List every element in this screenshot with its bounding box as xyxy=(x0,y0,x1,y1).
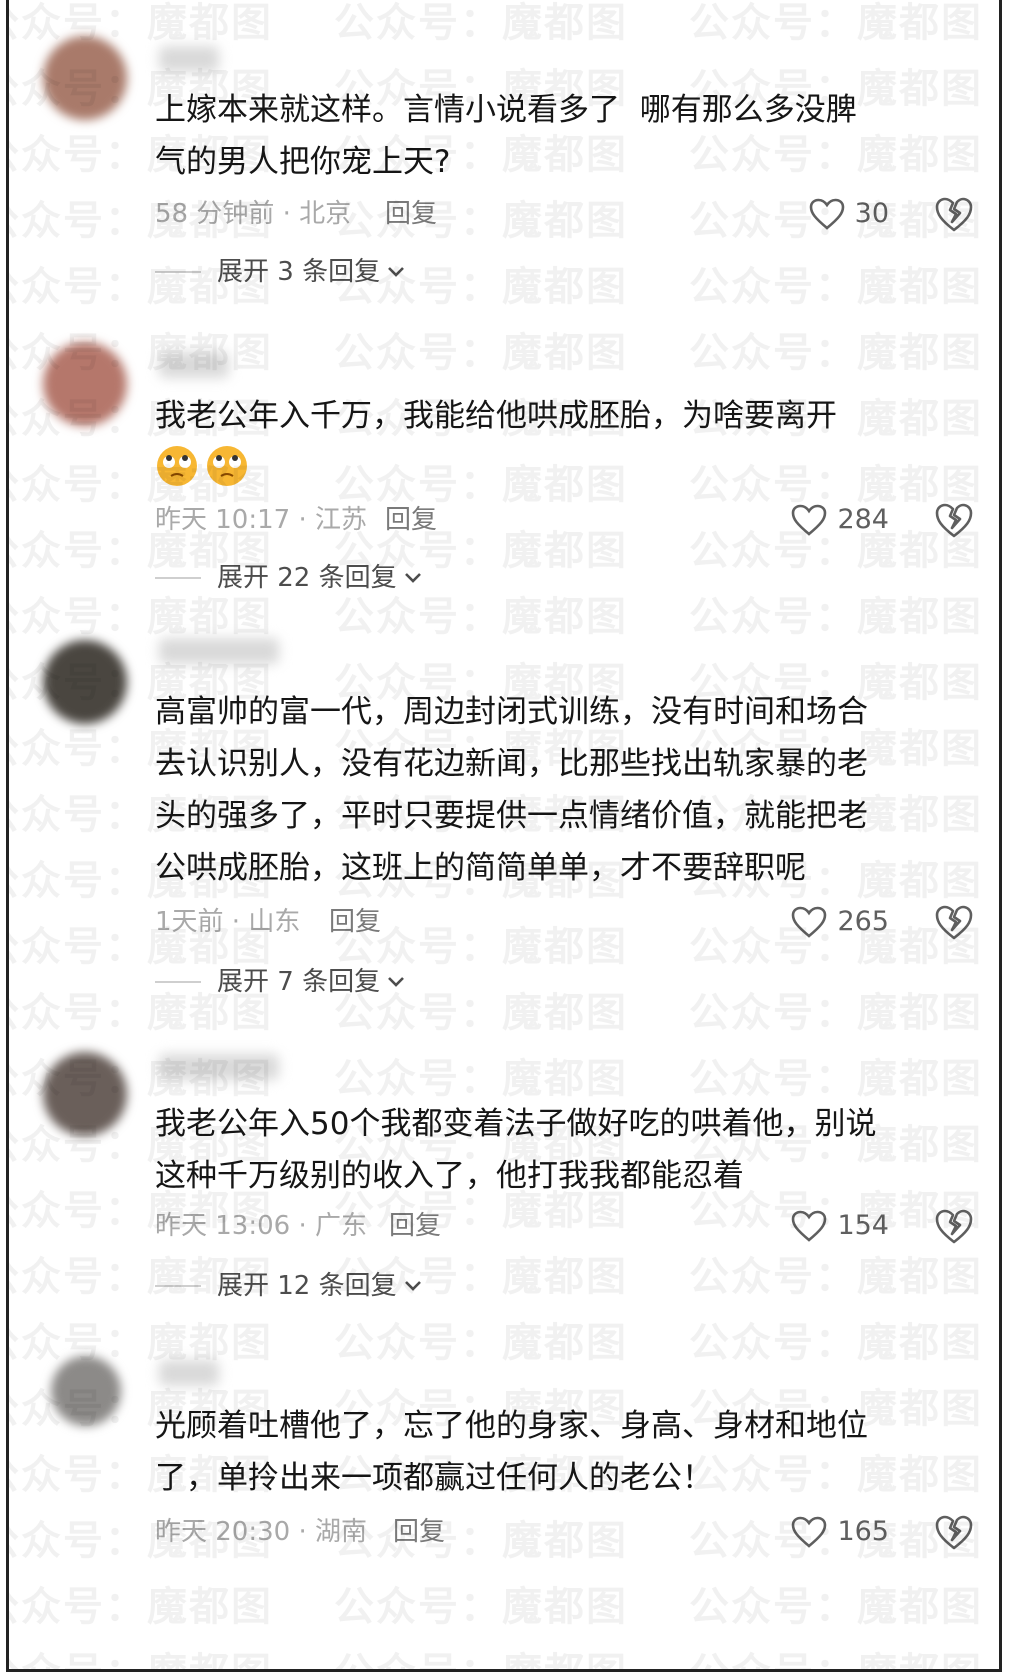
reply-button[interactable]: 回复 xyxy=(393,1512,445,1552)
watermark-text: 公众号：魔都图 xyxy=(334,1320,628,1366)
username-blurred[interactable] xyxy=(159,1054,279,1080)
expand-label: 展开 12 条回复 xyxy=(217,1271,397,1301)
expand-replies-button[interactable]: 展开 12 条回复 xyxy=(155,1266,423,1306)
comment-text: 光顾着吐槽他了，忘了他的身家、身高、身材和地位 了，单拎出来一项都赢过任何人的老… xyxy=(155,1408,868,1496)
username-blurred[interactable] xyxy=(159,352,229,378)
expand-replies-button[interactable]: 展开 3 条回复 xyxy=(155,252,406,292)
like-count: 154 xyxy=(837,1210,889,1241)
like-button[interactable]: 165 xyxy=(791,1512,889,1552)
chevron-down-icon xyxy=(388,267,404,277)
username-blurred[interactable] xyxy=(159,1360,219,1386)
watermark-text: 公众号：魔都图 xyxy=(6,1320,273,1366)
comment-text: 我老公年入50个我都变着法子做好吃的哄着他，别说 这种千万级别的收入了，他打我我… xyxy=(155,1106,877,1194)
eye-roll-emoji-icon xyxy=(207,446,247,486)
like-count: 265 xyxy=(837,906,889,937)
divider-line xyxy=(155,981,201,983)
watermark-text: 公众号：魔都图 xyxy=(689,1640,983,1669)
watermark-text: 公众号：魔都图 xyxy=(6,1584,273,1630)
chevron-down-icon xyxy=(404,1281,421,1291)
avatar[interactable] xyxy=(43,36,127,120)
emoji-row xyxy=(155,444,249,488)
expand-label: 展开 22 条回复 xyxy=(217,563,397,593)
divider-line xyxy=(155,271,201,273)
watermark-text: 公众号：魔都图 xyxy=(334,330,628,376)
watermark-text: 公众号：魔都图 xyxy=(9,1640,273,1669)
broken-heart-icon[interactable] xyxy=(934,1206,974,1246)
watermark-text: 公众号：魔都图 xyxy=(334,1640,628,1669)
comment-text: 高富帅的富一代，周边封闭式训练，没有时间和场合 去认识别人，没有花边新闻，比那些… xyxy=(155,694,868,886)
broken-heart-icon[interactable] xyxy=(934,500,974,540)
watermark-text: 公众号：魔都图 xyxy=(689,1056,983,1102)
chevron-down-icon xyxy=(404,573,421,583)
heart-icon xyxy=(792,504,827,536)
watermark-text: 公众号：魔都图 xyxy=(689,1584,983,1630)
like-count: 30 xyxy=(854,198,889,229)
avatar[interactable] xyxy=(51,1356,121,1426)
comment-meta: 58 分钟前 · 北京 xyxy=(155,199,352,229)
reply-button[interactable]: 回复 xyxy=(329,902,381,942)
watermark-text: 公众号：魔都图 xyxy=(6,0,273,46)
watermark-text: 公众号：魔都图 xyxy=(689,330,983,376)
watermark-text: 公众号：魔都图 xyxy=(334,1584,628,1630)
broken-heart-icon[interactable] xyxy=(934,1512,974,1552)
watermark-text: 公众号：魔都图 xyxy=(689,0,983,46)
broken-heart-icon[interactable] xyxy=(934,194,974,234)
reply-button[interactable]: 回复 xyxy=(385,194,437,234)
watermark-text: 公众号：魔都图 xyxy=(689,594,983,640)
like-count: 284 xyxy=(837,504,889,535)
username-blurred[interactable] xyxy=(159,46,219,72)
heart-icon xyxy=(809,198,844,230)
expand-replies-button[interactable]: 展开 7 条回复 xyxy=(155,962,406,1002)
watermark-text: 公众号：魔都图 xyxy=(334,198,628,244)
username-blurred[interactable] xyxy=(159,638,279,664)
expand-label: 展开 7 条回复 xyxy=(217,967,381,997)
comment-list: 上嫁本来就这样。言情小说看多了 哪有那么多没脾 气的男人把你宠上天? 58 分钟… xyxy=(6,0,1002,1672)
reply-button[interactable]: 回复 xyxy=(385,500,437,540)
like-count: 165 xyxy=(837,1516,889,1547)
like-button[interactable]: 30 xyxy=(809,194,889,234)
avatar[interactable] xyxy=(43,1052,127,1136)
divider-line xyxy=(155,1285,201,1287)
eye-roll-emoji-icon xyxy=(157,446,197,486)
like-button[interactable]: 284 xyxy=(791,500,889,540)
comment-meta: 昨天 10:17 · 江苏 xyxy=(155,505,367,535)
watermark-text: 公众号：魔都图 xyxy=(689,1320,983,1366)
expand-label: 展开 3 条回复 xyxy=(217,257,381,287)
comment-meta: 昨天 13:06 · 广东 xyxy=(155,1211,367,1241)
watermark-text: 公众号：魔都图 xyxy=(334,1056,628,1102)
comment-meta: 1天前 · 山东 xyxy=(155,907,301,937)
comment-text: 上嫁本来就这样。言情小说看多了 哪有那么多没脾 气的男人把你宠上天? xyxy=(155,92,857,180)
reply-button[interactable]: 回复 xyxy=(389,1206,441,1246)
comment-meta: 昨天 20:30 · 湖南 xyxy=(155,1517,367,1547)
avatar[interactable] xyxy=(43,640,127,724)
chevron-down-icon xyxy=(388,977,404,987)
heart-icon xyxy=(792,1516,827,1548)
watermark-text: 公众号：魔都图 xyxy=(689,264,983,310)
watermark-text: 公众号：魔都图 xyxy=(689,990,983,1036)
watermark-text: 公众号：魔都图 xyxy=(334,462,628,508)
watermark-text: 公众号：魔都图 xyxy=(334,1518,628,1564)
expand-replies-button[interactable]: 展开 22 条回复 xyxy=(155,558,423,598)
like-button[interactable]: 265 xyxy=(791,902,889,942)
watermark-text: 公众号：魔都图 xyxy=(334,0,628,46)
avatar[interactable] xyxy=(43,342,127,426)
broken-heart-icon[interactable] xyxy=(934,902,974,942)
divider-line xyxy=(155,577,201,579)
like-button[interactable]: 154 xyxy=(791,1206,889,1246)
heart-icon xyxy=(792,906,827,938)
comment-text: 我老公年入千万，我能给他哄成胚胎，为啥要离开 xyxy=(155,398,837,434)
watermark-text: 公众号：魔都图 xyxy=(689,1254,983,1300)
heart-icon xyxy=(792,1210,827,1242)
